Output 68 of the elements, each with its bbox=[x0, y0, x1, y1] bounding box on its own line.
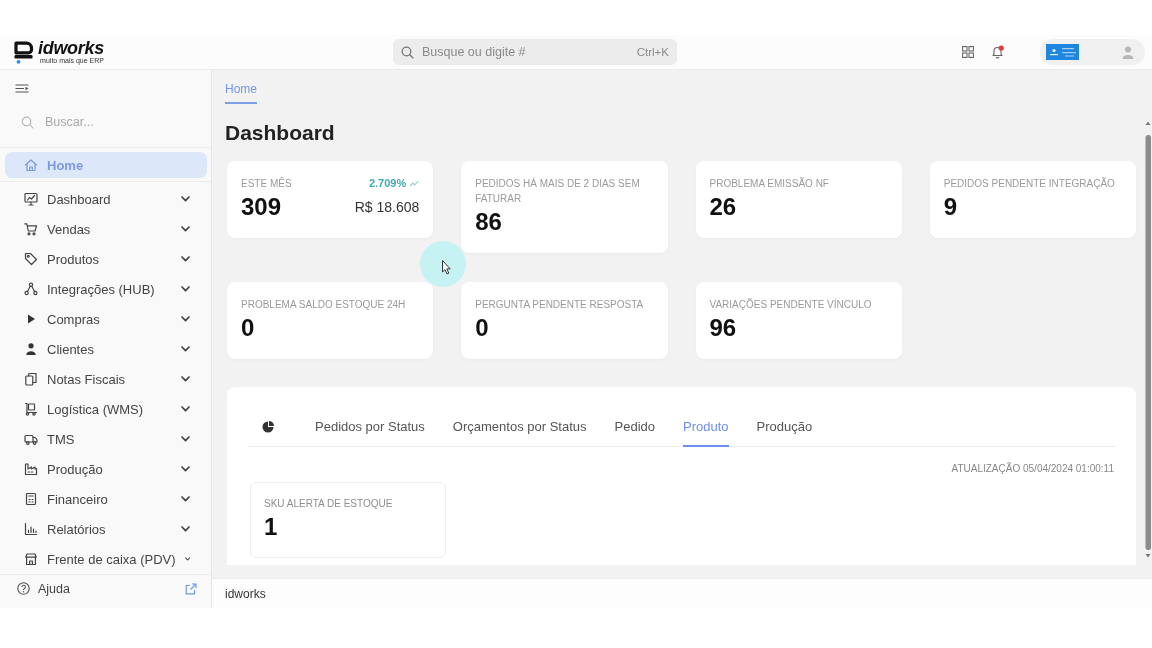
footer-text: idworks bbox=[225, 586, 266, 601]
stat-label: SKU ALERTA DE ESTOQUE bbox=[264, 498, 394, 510]
brand-name: idworks bbox=[38, 39, 104, 57]
calculator-icon bbox=[24, 492, 38, 506]
sidebar-item[interactable]: Frente de caixa (PDV) bbox=[5, 544, 207, 574]
stat-value: 0 bbox=[475, 315, 490, 341]
sidebar-item[interactable]: Relatórios bbox=[5, 514, 207, 544]
nodes-icon bbox=[24, 282, 38, 296]
account-menu[interactable] bbox=[1040, 39, 1145, 65]
search-icon bbox=[21, 115, 34, 129]
stat-value: 1 bbox=[264, 514, 279, 540]
bell-icon[interactable] bbox=[991, 45, 1004, 59]
updated-timestamp: ATUALIZAÇÃO 05/04/2024 01:00:11 bbox=[951, 463, 1115, 475]
home-icon bbox=[24, 158, 38, 172]
amount-value: R$ 18.608 bbox=[354, 198, 420, 217]
stat-label: PEDIDOS PENDENTE INTEGRAÇÃO bbox=[943, 176, 1116, 191]
sidebar-item[interactable]: Integrações (HUB) bbox=[5, 274, 207, 304]
documents-icon bbox=[24, 372, 38, 386]
search-icon bbox=[401, 45, 414, 59]
stat-value: 26 bbox=[709, 194, 738, 220]
factory-icon bbox=[24, 462, 38, 476]
cart-icon bbox=[24, 222, 38, 236]
stat-value: 0 bbox=[241, 315, 256, 341]
stat-value: 9 bbox=[943, 194, 959, 220]
grid-icon[interactable] bbox=[962, 46, 974, 58]
stat-label: PROBLEMA SALDO ESTOQUE 24H bbox=[241, 298, 407, 312]
dolly-box-icon bbox=[24, 402, 38, 416]
logo-thumbnail bbox=[1046, 44, 1079, 60]
sidebar-item[interactable]: Logística (WMS) bbox=[5, 394, 207, 424]
sidebar-item[interactable]: Financeiro bbox=[5, 484, 207, 514]
change-percent: 2.709% bbox=[368, 176, 407, 191]
external-link-icon[interactable] bbox=[185, 582, 197, 595]
stat-value: 309 bbox=[241, 194, 282, 220]
sidebar-item[interactable]: Compras bbox=[5, 304, 207, 334]
stat-value: 86 bbox=[475, 209, 503, 235]
search-field[interactable]: Buscar... bbox=[21, 112, 191, 132]
store-icon bbox=[24, 552, 38, 566]
stat-label: PEDIDOS HÁ MAIS DE 2 DIAS SEM FATURAR bbox=[475, 176, 641, 206]
sidebar-item[interactable]: Clientes bbox=[5, 334, 207, 364]
help-icon bbox=[17, 582, 30, 595]
truck-icon bbox=[24, 432, 38, 446]
sidebar-item[interactable]: TMS bbox=[5, 424, 207, 454]
shortcut-hint: Ctrl+K bbox=[636, 45, 669, 59]
help-link[interactable]: Ajuda bbox=[38, 581, 177, 596]
logo-icon bbox=[13, 40, 34, 64]
stat-value: 96 bbox=[709, 315, 738, 341]
stat-label: PERGUNTA PENDENTE RESPOSTA bbox=[475, 298, 645, 312]
monitor-chart-icon bbox=[24, 192, 38, 206]
tab[interactable]: Orçamentos por Status bbox=[452, 405, 587, 447]
person-icon bbox=[24, 342, 38, 356]
tab[interactable]: Pedidos por Status bbox=[315, 405, 425, 447]
page-title: Dashboard bbox=[225, 121, 335, 145]
user-avatar-icon bbox=[1122, 45, 1134, 59]
sidebar-item[interactable]: Dashboard bbox=[5, 184, 207, 214]
bar-chart-icon bbox=[24, 522, 38, 536]
tab[interactable]: Produção bbox=[756, 405, 813, 447]
sidebar-item[interactable]: Vendas bbox=[5, 214, 207, 244]
menu-icon[interactable] bbox=[15, 83, 29, 93]
tab[interactable]: Pedido bbox=[614, 405, 655, 447]
trend-up-icon bbox=[409, 180, 420, 187]
stat-label: VARIAÇÕES PENDENTE VÍNCULO bbox=[709, 297, 873, 312]
pie-chart-icon bbox=[262, 421, 274, 433]
stat-label: PROBLEMA EMISSÃO NF bbox=[709, 176, 830, 191]
sidebar-item[interactable]: Produção bbox=[5, 454, 207, 484]
tag-icon bbox=[24, 252, 38, 266]
sidebar-item[interactable]: Produtos bbox=[5, 244, 207, 274]
stat-label: ESTE MÊS bbox=[241, 176, 292, 191]
sidebar-item[interactable]: Notas Fiscais bbox=[5, 364, 207, 394]
